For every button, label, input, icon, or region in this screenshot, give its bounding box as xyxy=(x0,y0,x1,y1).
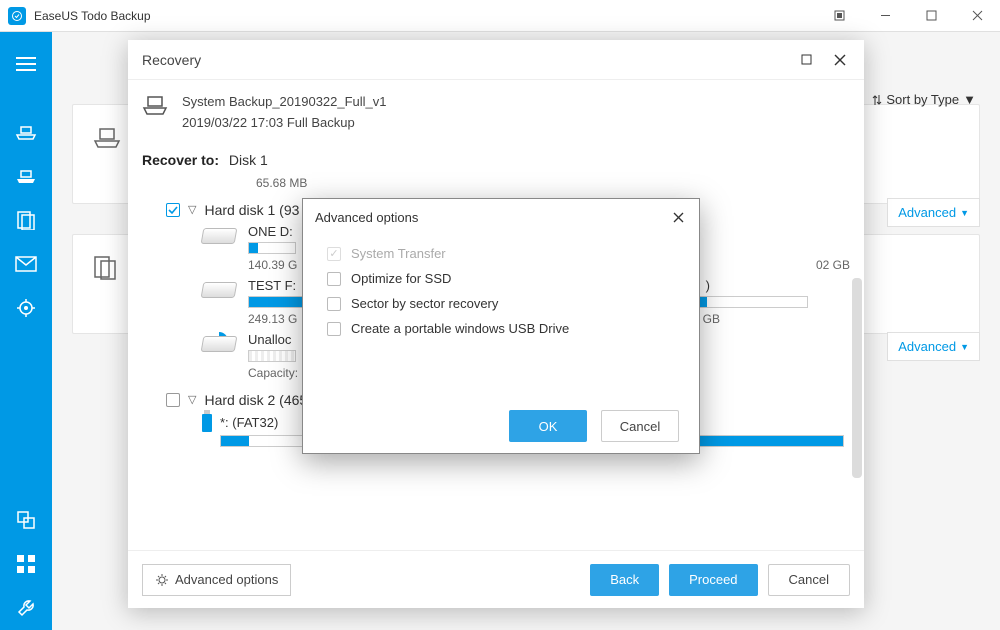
disk2-checkbox[interactable] xyxy=(166,393,180,407)
caret-down-icon: ▼ xyxy=(960,342,969,352)
system-backup-icon[interactable] xyxy=(0,110,52,154)
file-backup-icon[interactable] xyxy=(0,198,52,242)
modal-header: Advanced options xyxy=(303,199,699,235)
menu-icon[interactable] xyxy=(0,42,52,86)
partition-name: TEST F: xyxy=(248,278,296,293)
recover-to-value: Disk 1 xyxy=(229,152,268,168)
checkbox-icon: ✓ xyxy=(327,247,341,261)
drive-icon xyxy=(202,228,238,252)
partition-left: 249.13 G xyxy=(248,312,297,326)
option-portable-usb[interactable]: Create a portable windows USB Drive xyxy=(327,316,675,341)
usage-bar xyxy=(248,242,296,254)
maximize-button[interactable] xyxy=(908,0,954,32)
caret-down-icon: ▼ xyxy=(963,92,976,107)
tools-icon[interactable] xyxy=(0,586,52,630)
checkbox-icon[interactable] xyxy=(327,297,341,311)
app-logo xyxy=(8,7,26,25)
partition-right: 02 GB xyxy=(816,258,850,272)
advanced-options-modal: Advanced options ✓ System Transfer Optim… xyxy=(302,198,700,454)
option-system-transfer: ✓ System Transfer xyxy=(327,241,675,266)
ok-button[interactable]: OK xyxy=(509,410,587,442)
usb-icon xyxy=(202,414,212,432)
maximize-icon[interactable] xyxy=(796,50,816,70)
option-label: Create a portable windows USB Drive xyxy=(351,321,569,336)
option-label: Optimize for SSD xyxy=(351,271,451,286)
modal-body: ✓ System Transfer Optimize for SSD Secto… xyxy=(303,235,699,399)
modal-title: Advanced options xyxy=(315,210,669,225)
modal-footer: OK Cancel xyxy=(303,399,699,453)
disk1-label: Hard disk 1 (93 xyxy=(204,202,299,218)
caret-down-icon: ▼ xyxy=(960,208,969,218)
disk-icon xyxy=(93,125,121,149)
chevron-down-icon[interactable]: ▽ xyxy=(188,203,196,216)
sidebar xyxy=(0,32,52,630)
advanced-options-label: Advanced options xyxy=(175,572,278,587)
checkbox-icon[interactable] xyxy=(327,322,341,336)
apps-icon[interactable] xyxy=(0,542,52,586)
option-label: System Transfer xyxy=(351,246,446,261)
recovery-header: Recovery xyxy=(128,40,864,80)
app-title: EaseUS Todo Backup xyxy=(34,9,816,23)
option-label: Sector by sector recovery xyxy=(351,296,498,311)
proceed-button[interactable]: Proceed xyxy=(669,564,757,596)
drive-pie-icon xyxy=(202,336,238,360)
sort-icon xyxy=(872,94,882,106)
capacity-label: Capacity: xyxy=(248,366,298,380)
partition-suffix: ) xyxy=(706,278,710,293)
backup-name: System Backup_20190322_Full_v1 xyxy=(182,92,387,113)
recover-to-row: Recover to: Disk 1 xyxy=(128,146,864,176)
scrollbar[interactable] xyxy=(852,278,862,478)
recovery-info: System Backup_20190322_Full_v1 2019/03/2… xyxy=(128,80,864,146)
recovery-footer: Advanced options Back Proceed Cancel xyxy=(128,550,864,608)
disk-backup-icon[interactable] xyxy=(0,154,52,198)
close-button[interactable] xyxy=(954,0,1000,32)
mail-backup-icon[interactable] xyxy=(0,242,52,286)
close-icon[interactable] xyxy=(830,50,850,70)
cancel-button[interactable]: Cancel xyxy=(601,410,679,442)
recovery-title: Recovery xyxy=(142,52,782,68)
minimize-button[interactable] xyxy=(862,0,908,32)
clone-icon[interactable] xyxy=(0,498,52,542)
disk1-checkbox[interactable] xyxy=(166,203,180,217)
backup-time: 2019/03/22 17:03 Full Backup xyxy=(182,113,387,134)
partition-left: 140.39 G xyxy=(248,258,297,272)
chevron-down-icon[interactable]: ▽ xyxy=(188,393,196,406)
back-button[interactable]: Back xyxy=(590,564,659,596)
usage-bar xyxy=(248,350,296,362)
titlebar: EaseUS Todo Backup xyxy=(0,0,1000,32)
partition-name: *: (FAT32) xyxy=(220,415,278,430)
smart-backup-icon[interactable] xyxy=(0,286,52,330)
window-restore-alt-icon[interactable] xyxy=(816,0,862,32)
advanced-button-2[interactable]: Advanced▼ xyxy=(887,332,980,361)
backup-disk-icon xyxy=(142,94,168,116)
advanced-button-1[interactable]: Advanced▼ xyxy=(887,198,980,227)
size-hint: 65.68 MB xyxy=(256,176,850,190)
sort-label: Sort by Type xyxy=(886,92,959,107)
option-optimize-ssd[interactable]: Optimize for SSD xyxy=(327,266,675,291)
gear-icon xyxy=(155,573,169,587)
checkbox-icon[interactable] xyxy=(327,272,341,286)
cancel-button[interactable]: Cancel xyxy=(768,564,850,596)
option-sector-recovery[interactable]: Sector by sector recovery xyxy=(327,291,675,316)
recover-to-label: Recover to: xyxy=(142,152,219,168)
sort-by-type-button[interactable]: Sort by Type ▼ xyxy=(868,86,980,113)
advanced-options-button[interactable]: Advanced options xyxy=(142,564,291,596)
close-icon[interactable] xyxy=(669,208,687,226)
file-icon xyxy=(93,255,119,281)
drive-icon xyxy=(202,282,238,306)
